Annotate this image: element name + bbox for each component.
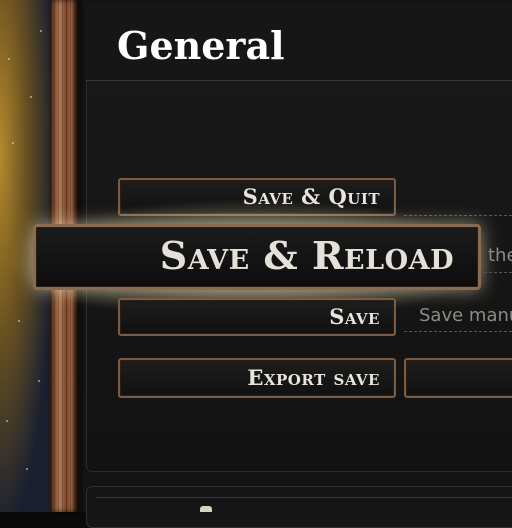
save-reload-description: the: [488, 245, 512, 266]
save-description: Save manu: [419, 305, 512, 326]
next-section-title-fragment: [200, 506, 212, 512]
save-reload-label: Save & Reload: [159, 233, 454, 278]
save-button[interactable]: Save: [118, 298, 396, 336]
export-save-button[interactable]: Export save: [118, 358, 396, 398]
export-save-field[interactable]: [404, 358, 512, 398]
export-save-label: Export save: [247, 365, 380, 390]
divider: [404, 331, 512, 332]
save-label: Save: [329, 304, 380, 329]
save-reload-button[interactable]: Save & Reload: [33, 224, 481, 290]
divider: [484, 272, 512, 273]
section-title: General: [117, 23, 285, 68]
next-section: [86, 486, 512, 528]
section-divider: [96, 497, 512, 498]
